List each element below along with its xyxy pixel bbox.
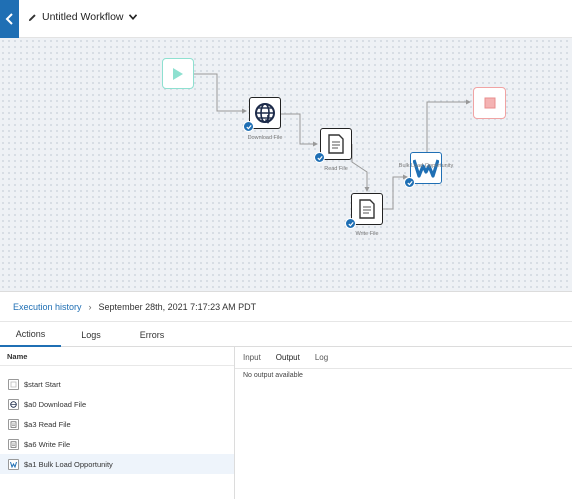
- workflow-title: Untitled Workflow: [42, 11, 124, 23]
- write-file-label: Write File: [355, 231, 379, 237]
- back-button[interactable]: [0, 0, 19, 38]
- list-item-label: $a0 Download File: [24, 399, 87, 409]
- document-icon: [8, 438, 19, 450]
- breadcrumb-separator: ›: [88, 302, 92, 312]
- tab-logs[interactable]: Logs: [61, 323, 121, 347]
- tab-actions[interactable]: Actions: [0, 323, 61, 347]
- output-tabs: Input Output Log: [235, 347, 572, 369]
- bulk-load-caption: Bulk Load Opportunity: [398, 163, 454, 169]
- list-item[interactable]: $a0 Download File: [0, 394, 234, 414]
- list-item[interactable]: $start Start: [0, 374, 234, 394]
- tab-input[interactable]: Input: [243, 353, 261, 362]
- success-check-icon: [345, 218, 356, 229]
- workflow-title-menu[interactable]: Untitled Workflow: [28, 11, 137, 23]
- list-item-label: $start Start: [24, 379, 61, 389]
- document-icon: [328, 134, 344, 154]
- chevron-down-icon: [128, 11, 137, 23]
- output-pane: Input Output Log No output available: [235, 347, 572, 499]
- tab-output[interactable]: Output: [276, 353, 300, 362]
- list-item-label: $a1 Bulk Load Opportunity: [24, 459, 113, 469]
- edge-bulk-end: [426, 99, 471, 152]
- list-item-label: $a6 Write File: [24, 439, 71, 449]
- list-item[interactable]: $a1 Bulk Load Opportunity: [0, 454, 234, 474]
- workflow-connectors: [194, 73, 471, 210]
- tab-errors[interactable]: Errors: [121, 323, 183, 347]
- breadcrumb: Execution history › September 28th, 2021…: [0, 293, 572, 322]
- column-header-name: Name: [0, 347, 234, 366]
- actions-list: $start Start $a0 Download File $a3 Read …: [0, 366, 234, 474]
- execution-history-link[interactable]: Execution history: [13, 302, 82, 312]
- no-output-message: No output available: [243, 372, 303, 379]
- success-check-icon: [404, 177, 415, 188]
- workflow-canvas[interactable]: Download File Read File Bulk Load Opport…: [0, 38, 572, 292]
- list-item[interactable]: $a6 Write File: [0, 434, 234, 454]
- top-bar: Untitled Workflow: [0, 0, 572, 38]
- stop-icon: [484, 97, 495, 109]
- success-check-icon: [314, 152, 325, 163]
- chevron-left-icon: [5, 13, 13, 25]
- edge-start-download: [194, 73, 247, 114]
- list-item-label: $a3 Read File: [24, 419, 71, 429]
- w-logo-icon: [8, 458, 19, 470]
- pencil-icon: [28, 13, 36, 21]
- read-file-label: Read File: [324, 166, 348, 172]
- download-file-label: Download File: [247, 135, 283, 141]
- actions-list-pane: Name $start Start $a0 Download File $a3 …: [0, 347, 235, 499]
- document-icon: [8, 418, 19, 430]
- globe-icon: [255, 103, 275, 124]
- end-node[interactable]: [473, 87, 506, 119]
- write-file-node[interactable]: [351, 193, 383, 225]
- globe-icon: [8, 398, 19, 410]
- play-icon: [173, 67, 183, 80]
- tab-log[interactable]: Log: [315, 353, 328, 362]
- execution-tabs: Actions Logs Errors: [0, 323, 572, 347]
- success-check-icon: [243, 121, 254, 132]
- start-icon: [8, 378, 19, 390]
- workflow-app: Untitled Workflow Download File Read Fil…: [0, 0, 572, 499]
- list-item[interactable]: $a3 Read File: [0, 414, 234, 434]
- document-icon: [359, 199, 375, 219]
- execution-timestamp: September 28th, 2021 7:17:23 AM PDT: [98, 302, 257, 312]
- start-node[interactable]: [162, 58, 194, 89]
